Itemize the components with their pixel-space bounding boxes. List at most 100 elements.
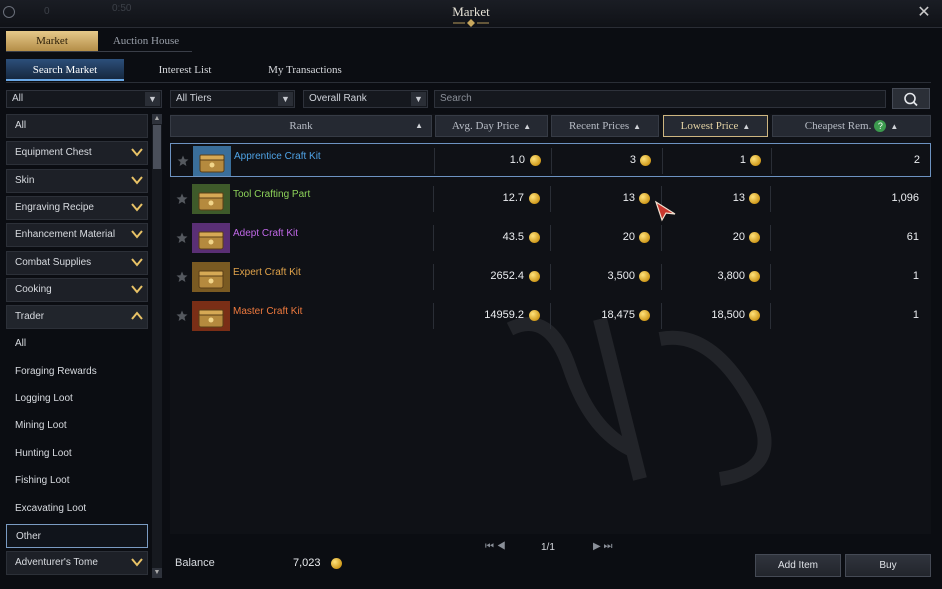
item-name: Expert Craft Kit — [233, 267, 301, 278]
chevron-down-icon: ▼ — [411, 92, 426, 106]
category-trader[interactable]: Trader — [6, 305, 148, 329]
search-input[interactable]: Search — [434, 90, 886, 108]
chevron-up-icon — [131, 311, 143, 320]
tab-interest-list[interactable]: Interest List — [124, 59, 246, 81]
subcategory-hunting-loot[interactable]: Hunting Loot — [6, 442, 148, 466]
avg-day-price: 2652.4 — [490, 270, 524, 282]
star-icon[interactable] — [176, 232, 188, 244]
column-divider — [771, 148, 772, 174]
chevron-down-icon — [131, 230, 143, 239]
column-header-lowest-price[interactable]: Lowest Price ▲ — [663, 115, 768, 137]
gold-coin-icon — [749, 310, 760, 321]
lowest-price: 3,800 — [717, 270, 745, 282]
avg-day-price: 12.7 — [502, 192, 524, 204]
gold-coin-icon — [331, 558, 342, 569]
table-row[interactable]: Tool Crafting Part 12.7 13 13 1,096 — [170, 182, 931, 216]
subcategory-mining-loot[interactable]: Mining Loot — [6, 414, 148, 438]
gold-coin-icon — [639, 310, 650, 321]
category-equipment-chest[interactable]: Equipment Chest — [6, 141, 148, 165]
gold-coin-icon — [640, 155, 651, 166]
subcategory-fishing-loot[interactable]: Fishing Loot — [6, 469, 148, 493]
sidebar-scrollbar[interactable]: ▲ ▼ — [152, 114, 162, 578]
gold-coin-icon — [639, 193, 650, 204]
table-row[interactable]: Adept Craft Kit 43.5 20 20 61 — [170, 221, 931, 255]
gold-coin-icon — [749, 232, 760, 243]
rank-select[interactable]: Overall Rank ▼ — [303, 90, 428, 108]
recent-price: 3,500 — [607, 270, 635, 282]
tab-auction-house[interactable]: Auction House — [98, 31, 194, 51]
category-select[interactable]: All ▼ — [6, 90, 162, 108]
column-divider — [433, 225, 434, 251]
gold-coin-icon — [530, 155, 541, 166]
gold-coin-icon — [529, 193, 540, 204]
chevron-down-icon: ▼ — [145, 92, 160, 106]
subcategory-all[interactable]: All — [6, 332, 148, 356]
category-adventurers-tome[interactable]: Adventurer's Tome — [6, 551, 148, 575]
item-name: Master Craft Kit — [233, 306, 303, 317]
category-all[interactable]: All — [6, 114, 148, 138]
tier-select[interactable]: All Tiers ▼ — [170, 90, 295, 108]
category-combat-supplies[interactable]: Combat Supplies — [6, 251, 148, 275]
column-divider — [661, 225, 662, 251]
column-divider — [433, 303, 434, 329]
category-skin[interactable]: Skin — [6, 169, 148, 193]
sort-up-icon: ▲ — [742, 122, 751, 131]
column-divider — [433, 186, 434, 212]
item-icon-graphic — [192, 223, 230, 253]
sort-up-icon: ▲ — [415, 121, 423, 130]
item-icon-graphic — [193, 146, 231, 176]
header-label: Avg. Day Price — [451, 120, 520, 132]
star-icon[interactable] — [176, 193, 188, 205]
table-row[interactable]: Expert Craft Kit 2652.4 3,500 3,800 1 — [170, 260, 931, 294]
search-button[interactable] — [892, 88, 930, 109]
gold-coin-icon — [639, 232, 650, 243]
header-label: Rank — [289, 120, 313, 132]
tab-my-transactions[interactable]: My Transactions — [246, 59, 364, 81]
category-enhancement-material[interactable]: Enhancement Material — [6, 223, 148, 247]
star-icon[interactable] — [177, 155, 189, 167]
category-cooking[interactable]: Cooking — [6, 278, 148, 302]
subcategory-other[interactable]: Other — [6, 524, 148, 548]
star-icon[interactable] — [176, 310, 188, 322]
column-divider — [770, 264, 771, 290]
add-item-button[interactable]: Add Item — [755, 554, 841, 577]
master-craft-kit-icon — [192, 301, 230, 331]
column-header-rank[interactable]: Rank ▲ — [170, 115, 432, 137]
tab-market[interactable]: Market — [6, 31, 98, 51]
rank-select-value: Overall Rank — [309, 93, 367, 104]
category-label: Engraving Recipe — [15, 202, 94, 213]
header-label: Lowest Price — [680, 120, 739, 132]
pager-first-prev-icon[interactable]: ⏮ ◀ — [485, 541, 506, 552]
cheapest-remaining: 61 — [906, 231, 919, 243]
pager-next-last-icon[interactable]: ▶ ⏭ — [593, 541, 612, 552]
column-header-recent-prices[interactable]: Recent Prices ▲ — [551, 115, 659, 137]
item-name: Adept Craft Kit — [233, 228, 299, 239]
adept-craft-kit-icon — [192, 223, 230, 253]
category-engraving-recipe[interactable]: Engraving Recipe — [6, 196, 148, 220]
sort-up-icon: ▲ — [890, 122, 899, 131]
category-label: Trader — [15, 311, 45, 322]
item-icon-graphic — [192, 184, 230, 214]
scroll-thumb[interactable] — [153, 125, 161, 169]
chevron-down-icon — [131, 258, 143, 267]
scroll-up-icon[interactable]: ▲ — [152, 114, 162, 124]
window-title: Market — [452, 4, 490, 19]
subcategory-foraging-rewards[interactable]: Foraging Rewards — [6, 360, 148, 384]
balance-label: Balance — [175, 557, 215, 569]
table-row[interactable]: Apprentice Craft Kit 1.0 3 1 2 — [170, 143, 931, 177]
column-header-avg-day-price[interactable]: Avg. Day Price ▲ — [435, 115, 548, 137]
chevron-down-icon — [131, 203, 143, 212]
category-label: Adventurer's Tome — [15, 557, 98, 568]
subcategory-excavating-loot[interactable]: Excavating Loot — [6, 497, 148, 521]
buy-button[interactable]: Buy — [845, 554, 931, 577]
column-header-cheapest-rem[interactable]: Cheapest Rem.? ▲ — [772, 115, 931, 137]
tab-search-market[interactable]: Search Market — [6, 59, 124, 81]
subcategory-logging-loot[interactable]: Logging Loot — [6, 387, 148, 411]
help-icon[interactable]: ? — [874, 120, 887, 132]
table-row[interactable]: Master Craft Kit 14959.2 18,475 18,500 1 — [170, 299, 931, 333]
scroll-down-icon[interactable]: ▼ — [152, 568, 162, 578]
category-label: Skin — [15, 175, 35, 186]
column-divider — [770, 225, 771, 251]
close-icon[interactable]: ✕ — [914, 3, 934, 23]
star-icon[interactable] — [176, 271, 188, 283]
